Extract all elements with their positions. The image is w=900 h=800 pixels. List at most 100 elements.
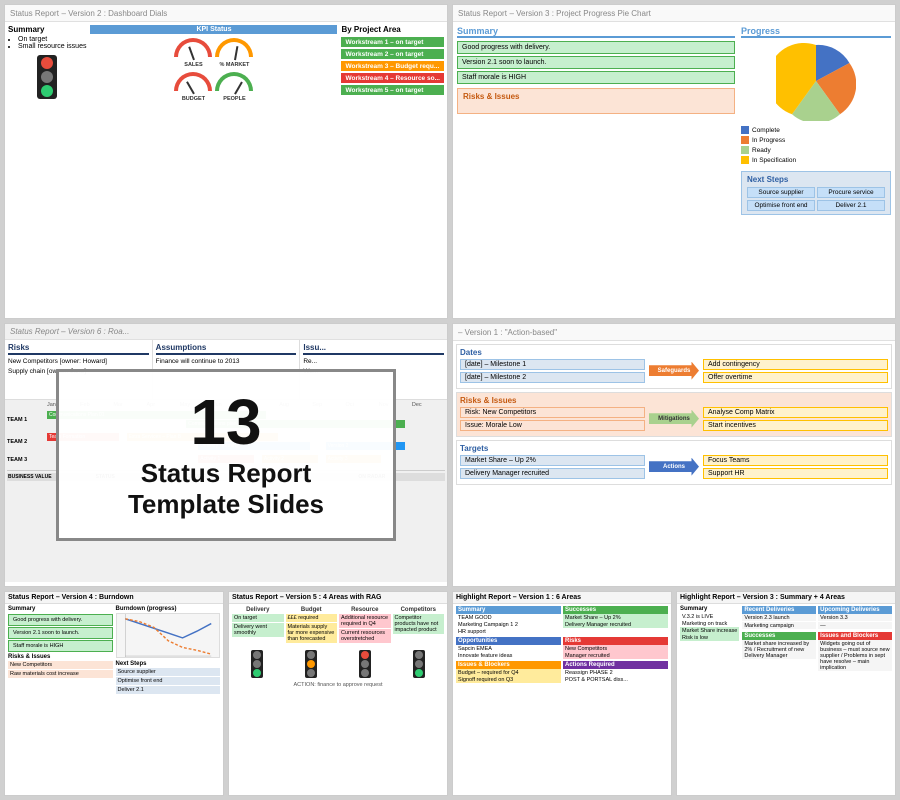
dates-title: Dates xyxy=(460,348,888,357)
ha-opps: Opportunities Sapcin EMEA Innovate featu… xyxy=(456,637,561,659)
target-result-2: Support HR xyxy=(703,468,888,479)
burndown-sum-2: Version 2.1 soon to launch. xyxy=(8,627,113,639)
dial-label-sales: SALES xyxy=(174,62,212,68)
rag-col-resource: Resource Additional resource required in… xyxy=(339,606,391,644)
ha-issue-1: Budget – required for Q4 xyxy=(456,669,561,676)
ha-risk-1: New Competitors xyxy=(563,645,668,652)
ha-summary-2: Marketing Campaign 1 2 xyxy=(456,621,561,628)
targets-section: Targets Market Share – Up 2% Delivery Ma… xyxy=(456,440,892,485)
mini-slide-burndown-body: Summary Good progress with delivery. Ver… xyxy=(5,604,223,791)
rag-delivery-2: Delivery went smoothly xyxy=(232,623,284,637)
burndown-layout: Summary Good progress with delivery. Ver… xyxy=(8,606,220,789)
legend-label-inspec: In Specification xyxy=(752,157,796,164)
legend-ready: Ready xyxy=(741,146,891,154)
slide3-title: Status Report – Version 6 : Roa... xyxy=(5,324,447,340)
next-steps: Next Steps Source supplier Procure servi… xyxy=(741,171,891,215)
dial-sales-arc xyxy=(174,38,212,60)
rag-budget-1: £££ required xyxy=(286,614,338,622)
issue-item-1: Re... xyxy=(303,358,444,366)
dial-arc-green xyxy=(215,72,253,91)
by-project-title: By Project Area xyxy=(341,25,444,34)
targets-row: Market Share – Up 2% Delivery Manager re… xyxy=(460,455,888,479)
rag-budget-2: Materials supply far more expensive than… xyxy=(286,623,338,643)
rag-action: ACTION: finance to approve request xyxy=(232,682,444,688)
risk-item: Risk: New Competitors xyxy=(460,407,645,418)
slide2-right: Progress xyxy=(741,26,891,311)
ha-successes-title: Successes xyxy=(563,606,668,614)
ha-grid: Summary TEAM GOOD Marketing Campaign 1 2… xyxy=(456,606,668,683)
slide4-title: – Version 1 : "Action-based" xyxy=(453,324,895,341)
ha-risk-2: Manager recruited xyxy=(563,652,668,659)
mini-slide-burndown: Status Report – Version 4 : Burndown Sum… xyxy=(4,591,224,796)
burndown-summary-title: Summary xyxy=(8,606,113,612)
date-item-2: [date] – Milestone 2 xyxy=(460,372,645,383)
burndown-right: Burndown (progress) Next Steps Source su… xyxy=(116,606,221,789)
slide1-summary: Summary On target Small resource issues xyxy=(8,25,86,312)
slide4-body: Dates [date] – Milestone 1 [date] – Mile… xyxy=(453,341,895,584)
legend-label-inprogress: In Progress xyxy=(752,137,785,144)
burndown-ns-3: Deliver 2.1 xyxy=(116,686,221,694)
risk-result-1: Analyse Comp Matrix xyxy=(703,407,888,418)
legend-label-complete: Complete xyxy=(752,127,780,134)
burndown-chart xyxy=(116,613,221,658)
slide1-subtitle: – Version 2 : Dashboard Dials xyxy=(61,9,167,18)
slide2-summary-title: Summary xyxy=(457,26,735,38)
mitigations-arrow: Mitigations xyxy=(649,410,699,428)
ha-issue-2: Signoff required on Q3 xyxy=(456,676,561,683)
v3-grid: Recent Deliveries Version 2.3 launch Mar… xyxy=(742,606,892,672)
mini-slide-6areas-title: Highlight Report – Version 1 : 6 Areas xyxy=(453,592,671,604)
v3-col-issues: Issues and Blockers Widgets going out of… xyxy=(818,632,892,672)
mini-slide-6areas: Highlight Report – Version 1 : 6 Areas S… xyxy=(452,591,672,796)
ha-risks-title: Risks xyxy=(563,637,668,645)
v3-col-issues-title: Issues and Blockers xyxy=(818,632,892,640)
mini-slide-burndown-title: Status Report – Version 4 : Burndown xyxy=(5,592,223,604)
mini-slide-v3-title: Highlight Report – Version 3 : Summary +… xyxy=(677,592,895,604)
summary-item-2: Small resource issues xyxy=(18,43,86,50)
ha-successes: Successes Market Share – Up 2% Delivery … xyxy=(563,606,668,635)
overlay-text: Status Report Template Slides xyxy=(87,458,365,520)
date-result-2: Offer overtime xyxy=(703,372,888,383)
workstream-3: Workstream 3 – Budget requ... xyxy=(341,61,444,71)
assumption-item-1: Finance will continue to 2013 xyxy=(156,358,297,366)
target-item-2: Delivery Manager recruited xyxy=(460,468,645,479)
by-project-area: By Project Area Workstream 1 – on target… xyxy=(341,25,444,312)
v3-col-recent: Recent Deliveries Version 2.3 launch Mar… xyxy=(742,606,816,630)
legend-dot-ready xyxy=(741,146,749,154)
dial-people: PEOPLE xyxy=(215,72,253,102)
team1-label: TEAM 1 xyxy=(7,417,47,423)
target-item-2-wrap: Delivery Manager recruited xyxy=(460,468,645,479)
target-results: Focus Teams Support HR xyxy=(703,455,888,479)
risks-issues-section: Risks & Issues Risk: New Competitors Iss… xyxy=(456,392,892,437)
rag-traffic-lights xyxy=(232,648,444,680)
rag-tl-green xyxy=(251,650,263,678)
dates-row1: [date] – Milestone 1 [date] – Milestone … xyxy=(460,359,888,383)
summary-item-2: Version 2.1 soon to launch. xyxy=(457,56,735,69)
rag-tl-amber xyxy=(305,650,317,678)
v3-col-upcoming: Upcoming Deliveries Version 3.3 — xyxy=(818,606,892,630)
workstream-5: Workstream 5 – on target xyxy=(341,85,444,95)
team2-label: TEAM 2 xyxy=(7,439,47,445)
kpi-title: KPI Status xyxy=(90,25,337,34)
overlay-box: 13 Status Report Template Slides xyxy=(56,369,396,541)
dial-arc-red xyxy=(174,38,212,57)
progress-title: Progress xyxy=(741,26,891,38)
dial-market-arc xyxy=(215,38,253,60)
dial-sales: SALES xyxy=(174,38,212,68)
risks-col-title: Risks xyxy=(8,343,149,355)
slide-risks-gantt: Status Report – Version 6 : Roa... Risks… xyxy=(4,323,448,588)
risks-content xyxy=(463,103,729,110)
v3-col-upcoming-title: Upcoming Deliveries xyxy=(818,606,892,614)
dates-section: Dates [date] – Milestone 1 [date] – Mile… xyxy=(456,344,892,389)
dial-people-arc xyxy=(215,72,253,94)
ha-opp-1: Sapcin EMEA xyxy=(456,645,561,652)
v3-issue-1: Widgets going out of business – must sou… xyxy=(818,640,892,671)
ha-issues: Issues & Blockers Budget – required for … xyxy=(456,661,561,683)
slide-action-based: – Version 1 : "Action-based" Dates [date… xyxy=(452,323,896,588)
summary-list: On target Small resource issues xyxy=(8,36,86,50)
burndown-ns-2: Optimise front end xyxy=(116,677,221,685)
dials-row2: BUDGET PEOPLE xyxy=(90,72,337,102)
risks-items: Risk: New Competitors Issue: Morale Low xyxy=(460,407,645,431)
traffic-light xyxy=(37,55,57,99)
rag-col-delivery: Delivery On target Delivery went smoothl… xyxy=(232,606,284,644)
burndown-sum-3: Staff morale is HIGH xyxy=(8,640,113,652)
